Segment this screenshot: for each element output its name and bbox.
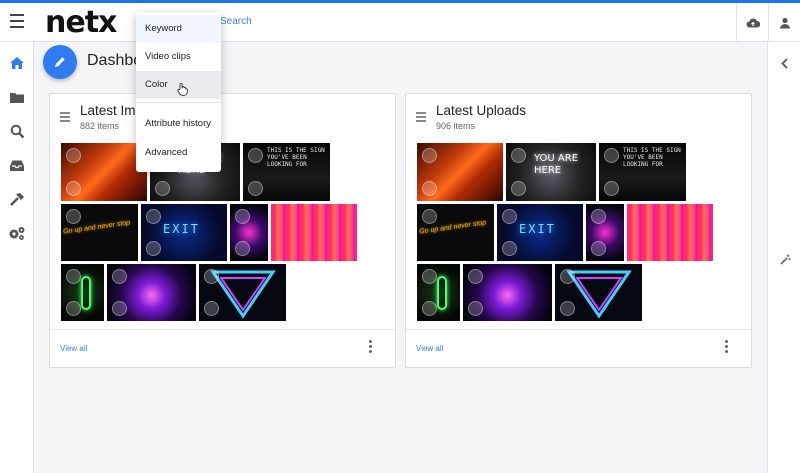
thumbnail[interactable]: Go up and never stop: [417, 204, 494, 261]
card-item-count: 882 items: [80, 121, 120, 131]
thumbnail[interactable]: [271, 204, 357, 261]
top-bar-actions: [736, 3, 800, 42]
thumbnail[interactable]: [230, 204, 268, 261]
user-icon[interactable]: [768, 3, 800, 42]
thumbnail-neon-text: THIS IS THE SIGN YOU'VE BEEN LOOKING FOR: [623, 147, 681, 168]
netx-logo[interactable]: netx: [45, 5, 117, 40]
thumbnail[interactable]: [199, 264, 286, 321]
thumbnail[interactable]: [586, 204, 624, 261]
home-icon[interactable]: [8, 54, 26, 72]
thumbnail[interactable]: [417, 143, 503, 201]
thumbnail[interactable]: EXIT: [497, 204, 583, 261]
drag-handle-icon[interactable]: [416, 112, 426, 124]
pencil-icon: [55, 57, 65, 67]
drag-handle-icon[interactable]: [60, 112, 70, 124]
left-nav: [0, 42, 34, 473]
view-all-link[interactable]: View all: [60, 344, 87, 353]
latest-images-card: Latest Images 882 items YOU ARE HERE THI…: [49, 93, 396, 368]
thumbnail[interactable]: Go up and never stop: [61, 204, 138, 261]
search-icon[interactable]: [8, 122, 26, 140]
right-rail: [767, 42, 800, 473]
hamburger-icon[interactable]: [10, 14, 24, 28]
chevron-left-icon[interactable]: [780, 56, 789, 74]
hand-cursor-icon: [177, 83, 188, 101]
card-item-count: 906 items: [436, 121, 476, 131]
edit-dashboard-button[interactable]: [43, 45, 77, 79]
latest-uploads-card: Latest Uploads 906 items YOU ARE HERE TH…: [405, 93, 752, 368]
thumbnail[interactable]: [627, 204, 713, 261]
card-title: Latest Uploads: [436, 103, 527, 118]
more-options-icon[interactable]: [725, 340, 729, 355]
thumbnail[interactable]: THIS IS THE SIGN YOU'VE BEEN LOOKING FOR: [599, 143, 686, 201]
thumbnail[interactable]: YOU ARE HERE: [506, 143, 596, 201]
menu-item-attribute-history[interactable]: Attribute history: [136, 110, 221, 138]
thumbnail[interactable]: [555, 264, 642, 321]
thumbnail-neon-text: EXIT: [163, 222, 200, 236]
inbox-icon[interactable]: [8, 156, 26, 174]
thumbnail[interactable]: EXIT: [141, 204, 227, 261]
more-options-icon[interactable]: [369, 340, 373, 355]
view-all-link[interactable]: View all: [416, 344, 443, 353]
menu-item-advanced[interactable]: Advanced: [136, 139, 221, 167]
thumbnail[interactable]: [417, 264, 460, 321]
cloud-upload-icon[interactable]: [736, 3, 768, 42]
folder-icon[interactable]: [8, 88, 26, 106]
magic-wand-icon[interactable]: [780, 252, 791, 270]
top-bar: netx Search: [0, 0, 800, 42]
search-link[interactable]: Search: [220, 16, 252, 27]
gears-icon[interactable]: [8, 224, 26, 242]
thumbnail[interactable]: [61, 264, 104, 321]
menu-item-video-clips[interactable]: Video clips: [136, 43, 221, 71]
thumbnail[interactable]: THIS IS THE SIGN YOU'VE BEEN LOOKING FOR: [243, 143, 330, 201]
thumbnail-neon-text: YOU ARE HERE: [534, 153, 579, 176]
thumbnail[interactable]: [61, 143, 147, 201]
thumbnail[interactable]: [107, 264, 196, 321]
thumbnail[interactable]: [463, 264, 552, 321]
hammer-icon[interactable]: [8, 190, 26, 208]
thumbnail-neon-text: EXIT: [519, 222, 556, 236]
thumbnail-neon-text: THIS IS THE SIGN YOU'VE BEEN LOOKING FOR: [267, 147, 325, 168]
menu-item-keyword[interactable]: Keyword: [136, 15, 221, 43]
